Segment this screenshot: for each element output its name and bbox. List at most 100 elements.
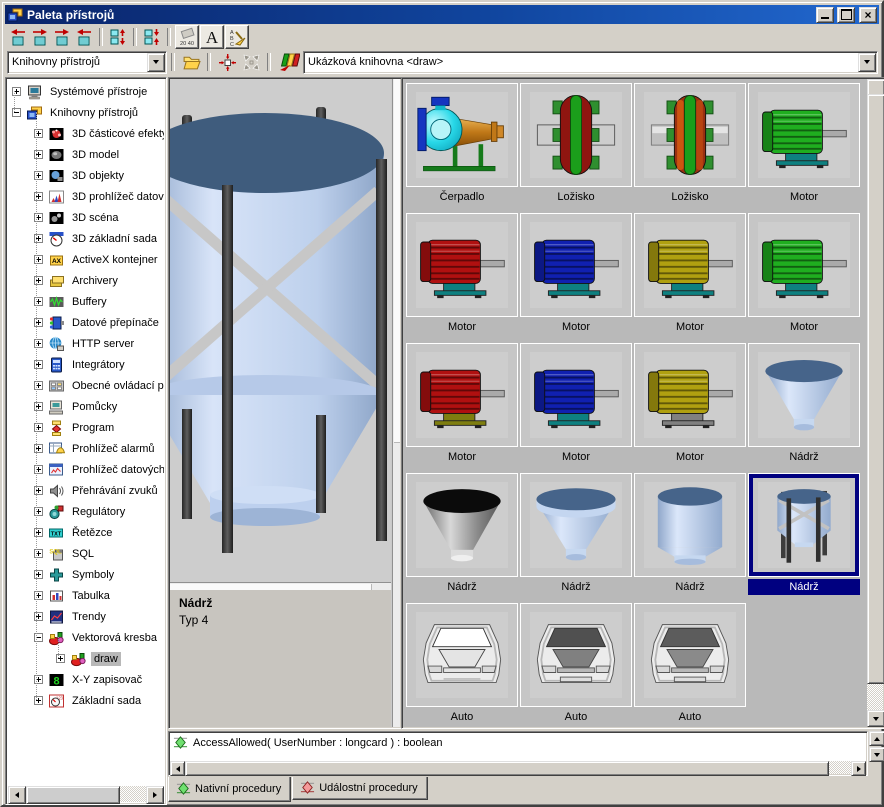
- palette-item-n-dr-14[interactable]: Nádrž: [634, 473, 746, 599]
- palette-item-image[interactable]: [748, 213, 860, 317]
- label-tool-button[interactable]: ABC: [225, 25, 249, 49]
- fit-selection-button[interactable]: [215, 51, 239, 73]
- tree-item-label[interactable]: Archivery: [69, 274, 121, 288]
- palette-item-image[interactable]: [634, 603, 746, 707]
- align-right-button[interactable]: [29, 26, 51, 48]
- tree-item-label[interactable]: 3D objekty: [69, 169, 127, 183]
- tree-item-label[interactable]: draw: [91, 652, 121, 666]
- tree-horizontal-scrollbar[interactable]: [8, 786, 164, 802]
- tree-item-3d-z-kladn-sada[interactable]: 3D základní sada: [8, 228, 164, 249]
- collection-books-icon-button[interactable]: [275, 51, 303, 73]
- palette-item-lo-isko-1[interactable]: Ložisko: [520, 83, 632, 209]
- open-library-button[interactable]: [179, 51, 203, 73]
- tree-item-vektorov-kresba[interactable]: Vektorová kresba: [8, 627, 164, 648]
- palette-item-motor-10[interactable]: Motor: [634, 343, 746, 469]
- tree-item-z-kladn-sada[interactable]: 123Základní sada: [8, 690, 164, 711]
- scroll-up-button[interactable]: [869, 731, 884, 746]
- tree-item-label[interactable]: 3D prohlížeč datov: [69, 190, 164, 204]
- palette-item-motor-9[interactable]: Motor: [520, 343, 632, 469]
- palette-item-motor-6[interactable]: Motor: [634, 213, 746, 339]
- palette-item-image[interactable]: [406, 213, 518, 317]
- palette-item-image[interactable]: [520, 213, 632, 317]
- collection-combobox[interactable]: Ukázková knihovna <draw>: [303, 51, 878, 74]
- tree-item-label[interactable]: SQL: [69, 547, 97, 561]
- palette-item-image[interactable]: [634, 83, 746, 187]
- tree-item-label[interactable]: Trendy: [69, 610, 109, 624]
- scroll-right-button[interactable]: [851, 761, 866, 776]
- tree-item-x-y-zapisova[interactable]: 8X-Y zapisovač: [8, 669, 164, 690]
- move-left-button[interactable]: [73, 26, 95, 48]
- tree-item-label[interactable]: Pomůcky: [69, 400, 120, 414]
- tree-item-label[interactable]: ActiveX kontejner: [69, 253, 161, 267]
- scroll-left-button[interactable]: [170, 761, 185, 776]
- procedure-vertical-scrollbar[interactable]: [869, 731, 883, 763]
- palette-item-motor-4[interactable]: Motor: [406, 213, 518, 339]
- library-combobox-dropdown[interactable]: [147, 53, 165, 72]
- palette-item-n-dr-11[interactable]: Nádrž: [748, 343, 860, 469]
- scroll-left-button[interactable]: [8, 786, 26, 804]
- tree-item-label[interactable]: Integrátory: [69, 358, 128, 372]
- palette-item-image[interactable]: [634, 473, 746, 577]
- tab-native-procedures[interactable]: Nativní procedury: [168, 777, 291, 802]
- scrollbar-thumb[interactable]: [867, 94, 884, 684]
- tree-item-label[interactable]: Prohlížeč datových: [69, 463, 164, 477]
- tree-item-p-ehr-v-n-zvuk[interactable]: Přehrávání zvuků: [8, 480, 164, 501]
- tree-item-prohl-e-datov-ch[interactable]: Prohlížeč datových: [8, 459, 164, 480]
- tree-item-prohl-e-alarm[interactable]: Prohlížeč alarmů: [8, 438, 164, 459]
- palette-item-auto-16[interactable]: Auto: [406, 603, 518, 727]
- minimize-button[interactable]: [816, 7, 834, 23]
- scrollbar-track[interactable]: [120, 786, 146, 802]
- procedure-horizontal-scrollbar[interactable]: [170, 761, 866, 774]
- scrollbar-track[interactable]: [829, 761, 851, 774]
- tree-item-program[interactable]: Program: [8, 417, 164, 438]
- tree-item-buffery[interactable]: Buffery: [8, 291, 164, 312]
- tab-event-procedures[interactable]: Událostní procedury: [292, 777, 427, 800]
- preview-vertical-scrollbar[interactable]: [392, 79, 400, 727]
- palette-item-n-dr-12[interactable]: Nádrž: [406, 473, 518, 599]
- palette-item-motor-7[interactable]: Motor: [748, 213, 860, 339]
- palette-item-image[interactable]: [748, 473, 860, 577]
- palette-item-erpadlo-0[interactable]: Čerpadlo: [406, 83, 518, 209]
- collection-combobox-dropdown[interactable]: [858, 53, 876, 72]
- tree-item-knihovny-p-stroj[interactable]: Knihovny přístrojů: [8, 102, 164, 123]
- font-button[interactable]: A: [200, 25, 224, 49]
- tree-item-label[interactable]: 3D částicové efekty: [69, 127, 164, 141]
- grid-vertical-scrollbar[interactable]: [867, 79, 883, 727]
- tree-item-label[interactable]: Systémové přístroje: [47, 85, 150, 99]
- tree-item-label[interactable]: Přehrávání zvuků: [69, 484, 161, 498]
- tree-item-label[interactable]: Vektorová kresba: [69, 631, 160, 645]
- tree-item-label[interactable]: Řetězce: [69, 526, 115, 540]
- tree-item-label[interactable]: X-Y zapisovač: [69, 673, 145, 687]
- tree-item-3d-sc-na[interactable]: 3D scéna: [8, 207, 164, 228]
- scroll-right-button[interactable]: [146, 786, 164, 804]
- size-20-40-button[interactable]: 20 40: [175, 25, 199, 49]
- palette-item-n-dr-13[interactable]: Nádrž: [520, 473, 632, 599]
- tree-item-label[interactable]: Základní sada: [69, 694, 144, 708]
- palette-item-lo-isko-2[interactable]: Ložisko: [634, 83, 746, 209]
- library-combobox[interactable]: Knihovny přístrojů: [7, 51, 167, 74]
- move-up-button[interactable]: [107, 26, 129, 48]
- tree-item-label[interactable]: 3D model: [69, 148, 122, 162]
- close-button[interactable]: ×: [859, 7, 877, 23]
- tree-item-tabulka[interactable]: Tabulka: [8, 585, 164, 606]
- tree-item-regul-tory[interactable]: Regulátory: [8, 501, 164, 522]
- procedure-list[interactable]: AccessAllowed( UserNumber : longcard ) :…: [168, 731, 868, 776]
- tree-item-label[interactable]: Buffery: [69, 295, 110, 309]
- palette-item-image[interactable]: [634, 343, 746, 447]
- tree-item-label[interactable]: Program: [69, 421, 117, 435]
- tree-item-syst-mov-p-stroje[interactable]: Systémové přístroje: [8, 81, 164, 102]
- tree-item-obecn-ovl-dac-p[interactable]: Obecné ovládací p: [8, 375, 164, 396]
- tree-item-label[interactable]: Symboly: [69, 568, 117, 582]
- title-bar[interactable]: Paleta přístrojů ×: [5, 5, 879, 24]
- tree-item-label[interactable]: HTTP server: [69, 337, 137, 351]
- tree-item-integr-tory[interactable]: Integrátory: [8, 354, 164, 375]
- tree-item-label[interactable]: Datové přepínače: [69, 316, 162, 330]
- tree-item-label[interactable]: Obecné ovládací p: [69, 379, 164, 393]
- procedure-list-item[interactable]: AccessAllowed( UserNumber : longcard ) :…: [169, 732, 867, 753]
- move-right-button[interactable]: [51, 26, 73, 48]
- palette-item-auto-17[interactable]: Auto: [520, 603, 632, 727]
- palette-item-n-dr-15[interactable]: Nádrž: [748, 473, 860, 599]
- palette-item-image[interactable]: [520, 473, 632, 577]
- palette-item-motor-8[interactable]: Motor: [406, 343, 518, 469]
- move-down-button[interactable]: [141, 26, 163, 48]
